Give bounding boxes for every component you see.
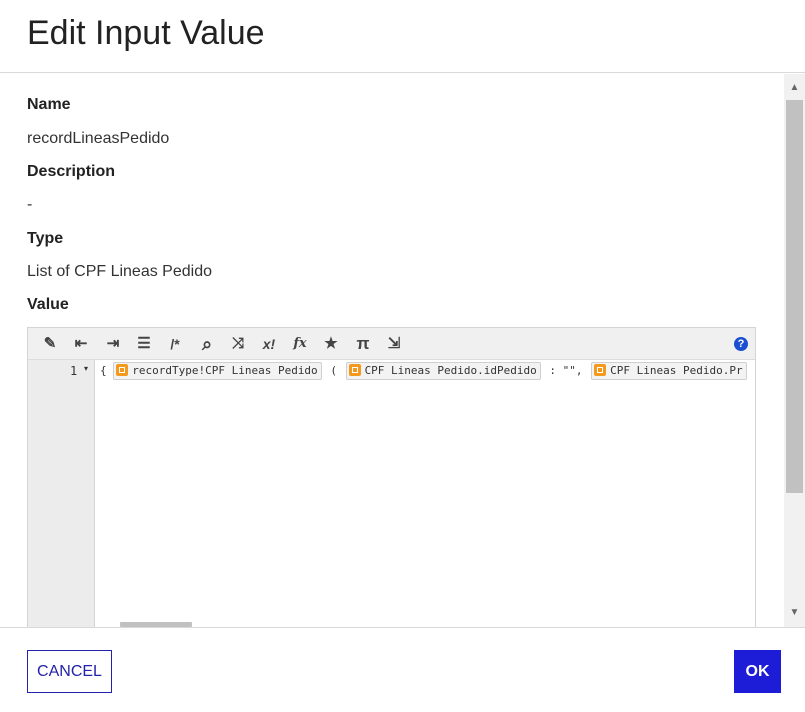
cancel-button[interactable]: CANCEL <box>27 650 112 693</box>
export-icon[interactable]: ⇲ <box>383 334 405 354</box>
name-label: Name <box>27 96 71 113</box>
dialog-header: Edit Input Value <box>0 0 805 73</box>
pi-icon[interactable]: π <box>352 334 374 354</box>
scrollbar-thumb[interactable] <box>786 100 803 493</box>
indent-icon[interactable]: ⇥ <box>102 334 124 354</box>
expression-icon[interactable]: x! <box>258 334 280 354</box>
record-field-icon <box>594 364 607 376</box>
field-token-idpedido-label: CPF Lineas Pedido.idPedido <box>364 364 537 377</box>
help-icon[interactable]: ? <box>734 337 748 351</box>
code-area[interactable]: { recordType!CPF Lineas Pedido ( CPF Lin… <box>96 360 755 627</box>
line-number: 1 <box>70 364 78 378</box>
open-brace: { <box>100 364 107 377</box>
record-field-icon <box>348 364 361 376</box>
format-icon[interactable]: ☰ <box>133 334 155 354</box>
value-label: Value <box>27 296 69 313</box>
field-token-pr[interactable]: CPF Lineas Pedido.Pr <box>591 362 747 380</box>
code-line: { recordType!CPF Lineas Pedido ( CPF Lin… <box>100 362 747 380</box>
field-value-literal: : "", <box>549 364 583 377</box>
open-paren: ( <box>330 364 337 377</box>
record-type-token[interactable]: recordType!CPF Lineas Pedido <box>113 362 322 380</box>
fold-icon[interactable]: ▾ <box>84 364 88 373</box>
comment-icon[interactable]: /* <box>164 334 186 354</box>
type-value: List of CPF Lineas Pedido <box>27 263 212 280</box>
vertical-scrollbar[interactable]: ▲ ▼ <box>784 74 805 627</box>
dialog-title: Edit Input Value <box>27 14 265 52</box>
record-type-token-label: recordType!CPF Lineas Pedido <box>132 364 318 377</box>
dialog-footer: CANCEL OK <box>0 627 805 712</box>
scroll-down-icon[interactable]: ▼ <box>784 605 805 621</box>
type-label: Type <box>27 230 64 247</box>
field-token-idpedido[interactable]: CPF Lineas Pedido.idPedido <box>345 362 541 380</box>
line-gutter: 1 ▾ <box>28 360 95 627</box>
name-value: recordLineasPedido <box>27 130 170 147</box>
shuffle-icon[interactable]: ⤨ <box>227 334 249 354</box>
description-label: Description <box>27 163 116 180</box>
editor-toolbar: ✎ ⇤ ⇥ ☰ /* ⌕ ⤨ x! fx ★ π ⇲ ? <box>28 328 755 360</box>
description-value: - <box>27 196 33 213</box>
expression-editor[interactable]: ✎ ⇤ ⇥ ☰ /* ⌕ ⤨ x! fx ★ π ⇲ ? 1 ▾ { recor… <box>27 327 756 627</box>
dialog-body: Name recordLineasPedido Description - Ty… <box>0 74 805 627</box>
outdent-icon[interactable]: ⇤ <box>70 334 92 354</box>
star-icon[interactable]: ★ <box>320 334 342 354</box>
search-icon[interactable]: ⌕ <box>196 334 218 354</box>
field-token-pr-label: CPF Lineas Pedido.Pr <box>610 364 743 377</box>
record-type-icon <box>116 364 129 376</box>
scroll-up-icon[interactable]: ▲ <box>784 80 805 96</box>
ok-button[interactable]: OK <box>734 650 781 693</box>
function-icon[interactable]: fx <box>289 334 311 354</box>
magic-wand-icon[interactable]: ✎ <box>39 334 61 354</box>
